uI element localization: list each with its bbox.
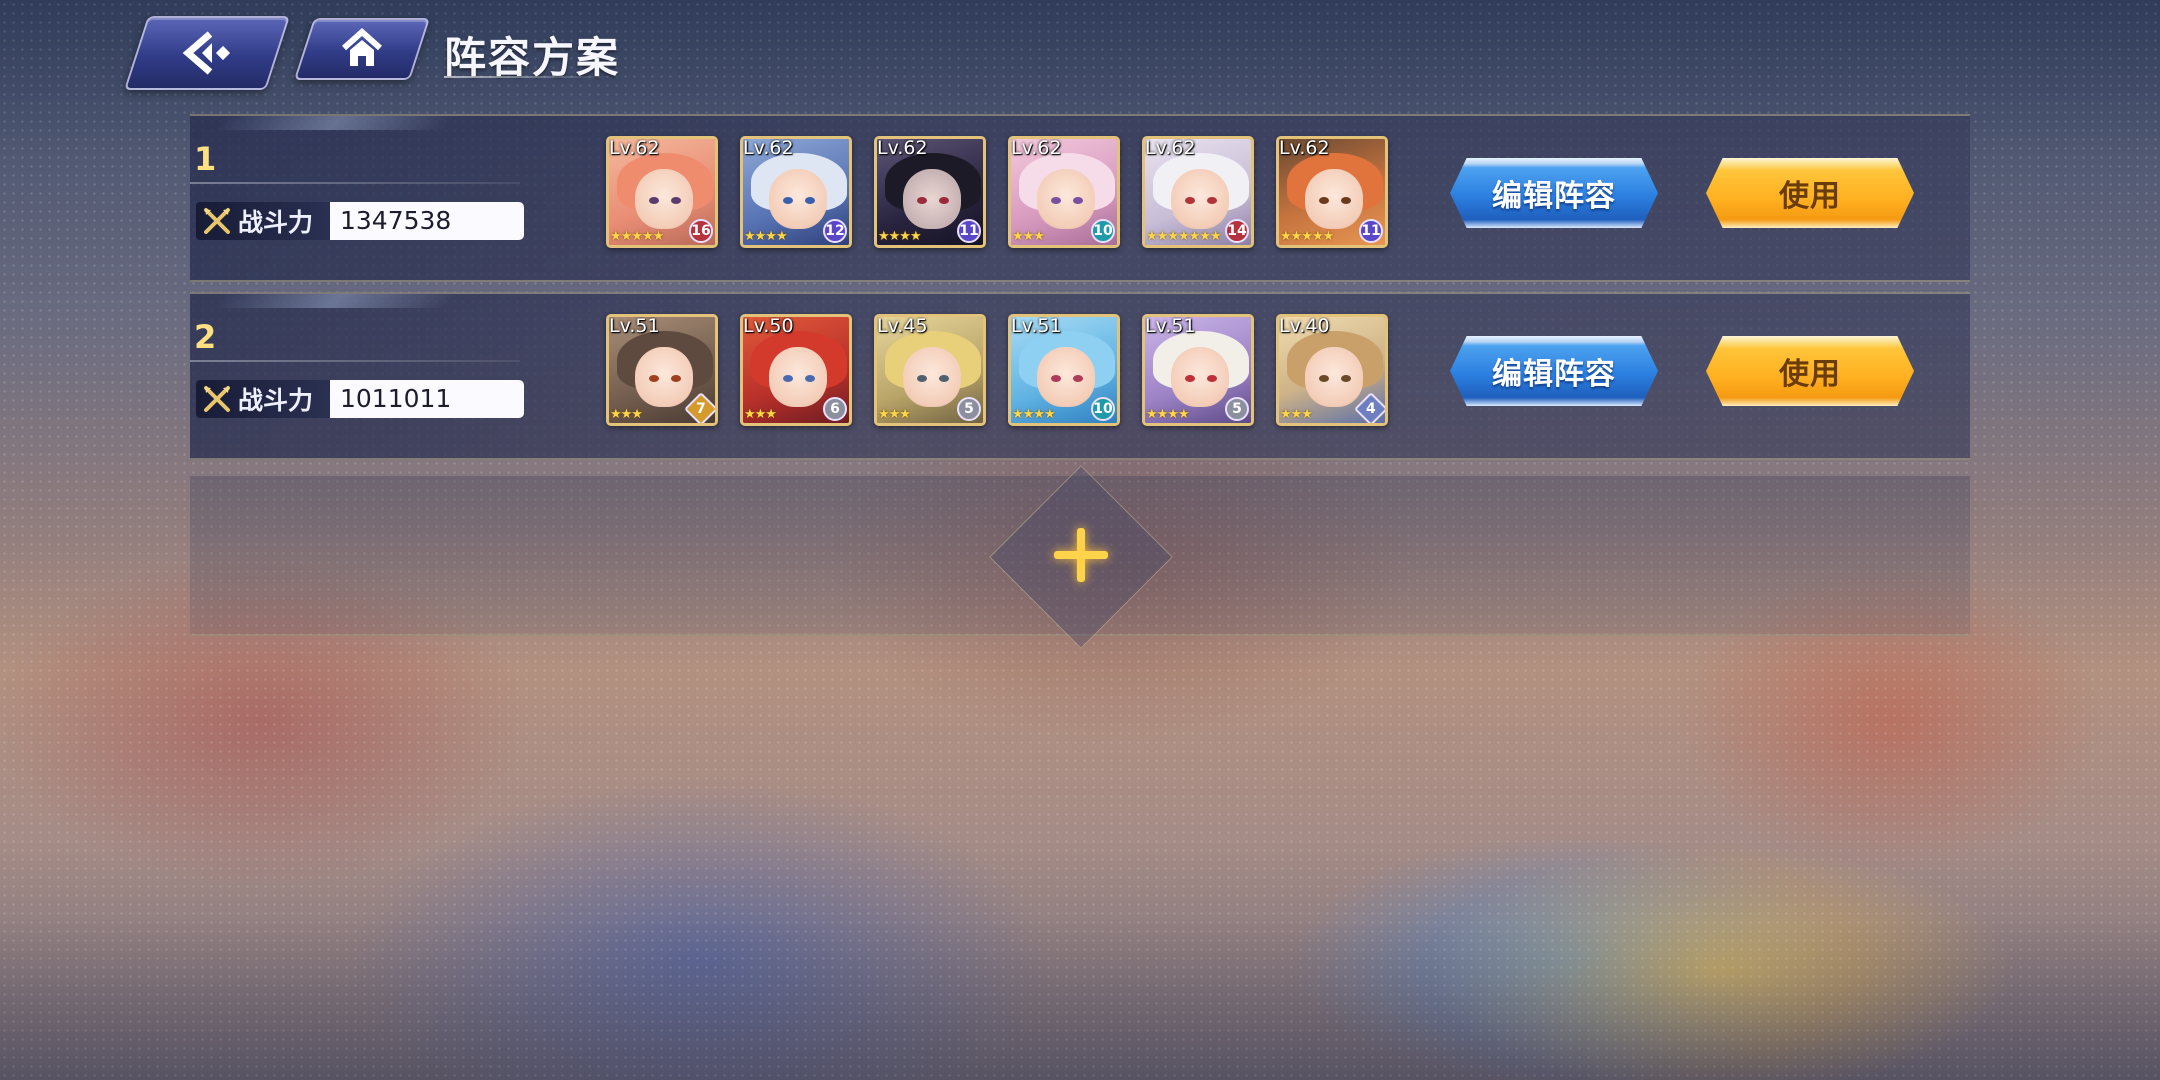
hero-rank-badge: 10 xyxy=(1091,397,1115,421)
edit-lineup-button[interactable]: 编辑阵容 xyxy=(1450,158,1658,228)
hero-rank-badge: 14 xyxy=(1225,219,1249,243)
lineup-row-2: 2 战斗力 1011011 Lv.51 ★★★ 7 Lv.50 ★★★ 6 Lv… xyxy=(190,292,1970,460)
power-value: 1347538 xyxy=(330,202,524,240)
hero-rank-badge: 11 xyxy=(957,219,981,243)
hero-slot[interactable]: Lv.45 ★★★ 5 xyxy=(874,314,986,426)
hero-level: Lv.40 xyxy=(1279,315,1330,337)
hero-slot[interactable]: Lv.62 ★★★★ 11 xyxy=(874,136,986,248)
lineup-row-1: 1 战斗力 1347538 Lv.62 ★★★★★ 16 Lv.62 ★★★★ xyxy=(190,114,1970,282)
power-value: 1011011 xyxy=(330,380,524,418)
hero-level: Lv.62 xyxy=(609,137,660,159)
hero-slot[interactable]: Lv.50 ★★★ 6 xyxy=(740,314,852,426)
hero-slot[interactable]: Lv.62 ★★★★★★★ 14 xyxy=(1142,136,1254,248)
decorative-slash xyxy=(214,294,456,308)
hero-stars: ★★★★★ xyxy=(610,229,664,244)
hero-slot[interactable]: Lv.40 ★★★ 4 xyxy=(1276,314,1388,426)
hero-level: Lv.62 xyxy=(877,137,928,159)
home-button[interactable] xyxy=(293,18,431,80)
decorative-slash xyxy=(214,116,456,130)
power-label-box: 战斗力 xyxy=(196,380,330,418)
edit-lineup-button[interactable]: 编辑阵容 xyxy=(1450,336,1658,406)
hero-stars: ★★★ xyxy=(610,407,643,422)
lineup-index: 1 xyxy=(194,140,217,178)
hero-rank-badge: 6 xyxy=(823,397,847,421)
hero-slot[interactable]: Lv.62 ★★★★ 12 xyxy=(740,136,852,248)
hero-slot[interactable]: Lv.51 ★★★★ 5 xyxy=(1142,314,1254,426)
title-underline xyxy=(444,76,612,78)
hero-stars: ★★★★★★★ xyxy=(1146,229,1222,244)
hero-rank-badge: 11 xyxy=(1359,219,1383,243)
power-display: 战斗力 1011011 xyxy=(196,380,524,418)
power-label: 战斗力 xyxy=(238,386,314,415)
hero-slot[interactable]: Lv.51 ★★★ 7 xyxy=(606,314,718,426)
hero-slot[interactable]: Lv.62 ★★★ 10 xyxy=(1008,136,1120,248)
hero-slot[interactable]: Lv.51 ★★★★ 10 xyxy=(1008,314,1120,426)
hero-rank-badge: 10 xyxy=(1091,219,1115,243)
hero-stars: ★★★ xyxy=(878,407,911,422)
hero-level: Lv.51 xyxy=(609,315,660,337)
hero-stars: ★★★★ xyxy=(744,229,788,244)
power-label-box: 战斗力 xyxy=(196,202,330,240)
hero-level: Lv.50 xyxy=(743,315,794,337)
hero-level: Lv.62 xyxy=(1279,137,1330,159)
lineup-index: 2 xyxy=(194,318,217,356)
hero-level: Lv.51 xyxy=(1011,315,1062,337)
use-lineup-button[interactable]: 使用 xyxy=(1706,336,1914,406)
hero-rank-badge: 5 xyxy=(1225,397,1249,421)
hero-level: Lv.62 xyxy=(743,137,794,159)
power-display: 战斗力 1347538 xyxy=(196,202,524,240)
power-label: 战斗力 xyxy=(238,208,314,237)
hero-slot[interactable]: Lv.62 ★★★★★ 16 xyxy=(606,136,718,248)
hero-slot[interactable]: Lv.62 ★★★★★ 11 xyxy=(1276,136,1388,248)
crossed-swords-icon xyxy=(204,208,230,234)
divider xyxy=(190,360,520,362)
hero-level: Lv.45 xyxy=(877,315,928,337)
hero-stars: ★★★★ xyxy=(1146,407,1190,422)
crossed-swords-icon xyxy=(204,386,230,412)
hero-rank-badge: 12 xyxy=(823,219,847,243)
hero-level: Lv.62 xyxy=(1011,137,1062,159)
hero-rank-badge: 16 xyxy=(689,219,713,243)
hero-list: Lv.51 ★★★ 7 Lv.50 ★★★ 6 Lv.45 ★★★ 5 Lv.5… xyxy=(606,314,1388,426)
use-lineup-button[interactable]: 使用 xyxy=(1706,158,1914,228)
hero-level: Lv.51 xyxy=(1145,315,1196,337)
hero-list: Lv.62 ★★★★★ 16 Lv.62 ★★★★ 12 Lv.62 ★★★★ … xyxy=(606,136,1388,248)
back-button[interactable] xyxy=(123,16,291,90)
hero-stars: ★★★★ xyxy=(1012,407,1056,422)
hero-stars: ★★★ xyxy=(744,407,777,422)
back-arrow-icon xyxy=(180,30,234,76)
hero-stars: ★★★ xyxy=(1012,229,1045,244)
hero-stars: ★★★★★ xyxy=(1280,229,1334,244)
home-icon xyxy=(340,28,384,70)
plus-icon[interactable] xyxy=(1054,528,1108,582)
divider xyxy=(190,182,520,184)
hero-level: Lv.62 xyxy=(1145,137,1196,159)
hero-stars: ★★★ xyxy=(1280,407,1313,422)
hero-rank-badge: 5 xyxy=(957,397,981,421)
hero-stars: ★★★★ xyxy=(878,229,922,244)
